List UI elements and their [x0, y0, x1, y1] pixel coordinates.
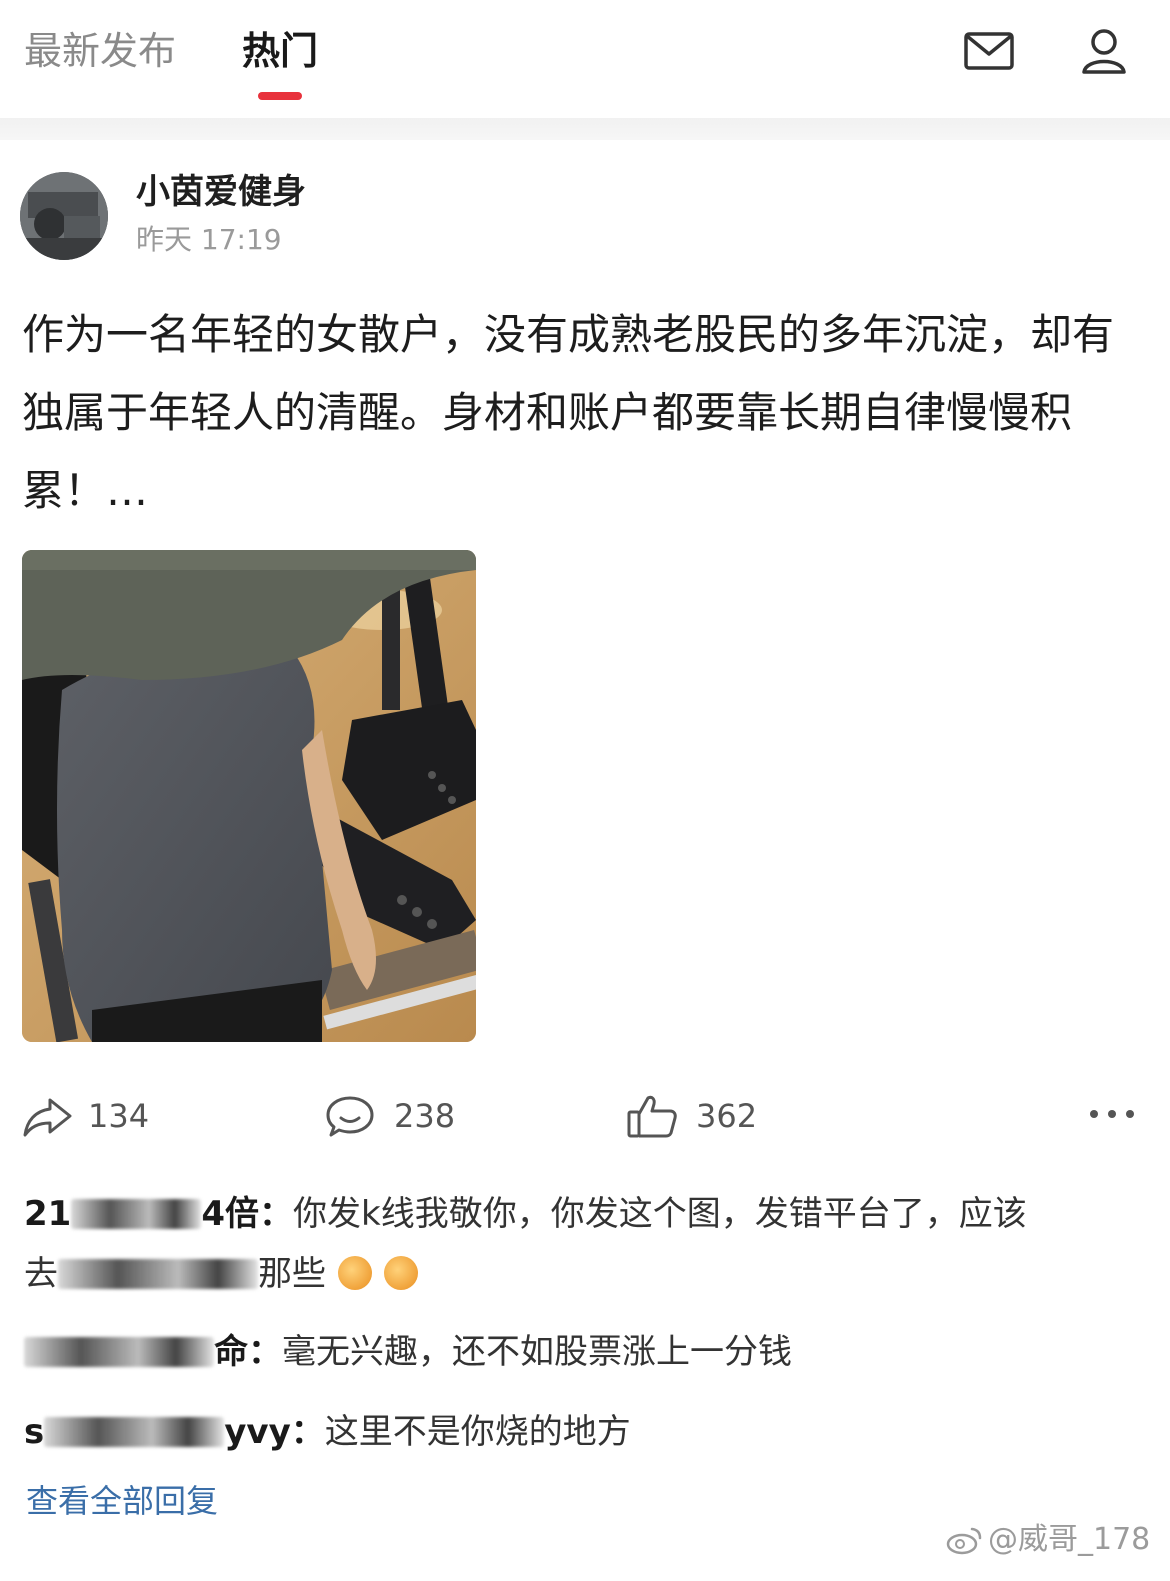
- weibo-logo-icon: [946, 1527, 982, 1555]
- top-nav: 最新发布 热门: [0, 0, 1170, 118]
- section-divider: [0, 118, 1170, 140]
- comment-icon: [326, 1096, 374, 1137]
- comment-username[interactable]: 命：: [24, 1332, 282, 1372]
- comment-item[interactable]: 命：毫无兴趣，还不如股票涨上一分钱: [24, 1322, 1144, 1382]
- comment-text: 那些: [258, 1254, 326, 1294]
- comment-text: 这里不是你烧的地方: [324, 1412, 631, 1452]
- thumbs-up-icon: [627, 1095, 677, 1138]
- share-icon: [23, 1098, 72, 1137]
- like-count: 362: [696, 1097, 758, 1135]
- view-all-replies-link[interactable]: 查看全部回复: [26, 1476, 218, 1526]
- more-options-icon[interactable]: [1090, 1108, 1136, 1122]
- active-tab-indicator: [258, 92, 302, 100]
- share-count: 134: [88, 1097, 150, 1135]
- redacted-username: [44, 1417, 225, 1447]
- comment-text: 去: [24, 1254, 58, 1294]
- emoji-icon: [338, 1256, 372, 1290]
- redacted-username: [71, 1199, 202, 1229]
- user-icon[interactable]: [1078, 26, 1134, 80]
- avatar[interactable]: [20, 172, 108, 260]
- comment-username[interactable]: 21 4倍：: [24, 1194, 293, 1234]
- comment-count: 238: [394, 1097, 456, 1135]
- post-body-text[interactable]: 作为一名年轻的女散户，没有成熟老股民的多年沉淀，却有独属于年轻人的清醒。身材和账…: [22, 296, 1132, 530]
- mail-icon[interactable]: [962, 26, 1018, 80]
- emoji-icon: [384, 1256, 418, 1290]
- redacted-username: [24, 1337, 214, 1367]
- post-author[interactable]: 小茵爱健身: [136, 170, 306, 214]
- comment-item[interactable]: 21 4倍：你发k线我敬你，你发这个图，发错平台了，应该 去 那些: [24, 1184, 1144, 1304]
- tab-hot[interactable]: 热门: [242, 26, 318, 76]
- post-time: 昨天 17:19: [136, 223, 282, 256]
- comment-item[interactable]: s yvy：这里不是你烧的地方: [24, 1402, 1144, 1462]
- redacted-text: [58, 1259, 258, 1289]
- comment-username[interactable]: s yvy：: [24, 1412, 325, 1452]
- watermark: @威哥_178: [946, 1520, 1150, 1560]
- watermark-text: @威哥_178: [988, 1522, 1151, 1557]
- post-image[interactable]: [22, 550, 476, 1042]
- comment-text: 你发k线我敬你，你发这个图，发错平台了，应该: [293, 1194, 1027, 1234]
- tab-latest[interactable]: 最新发布: [24, 26, 176, 76]
- comment-text: 毫无兴趣，还不如股票涨上一分钱: [282, 1332, 792, 1372]
